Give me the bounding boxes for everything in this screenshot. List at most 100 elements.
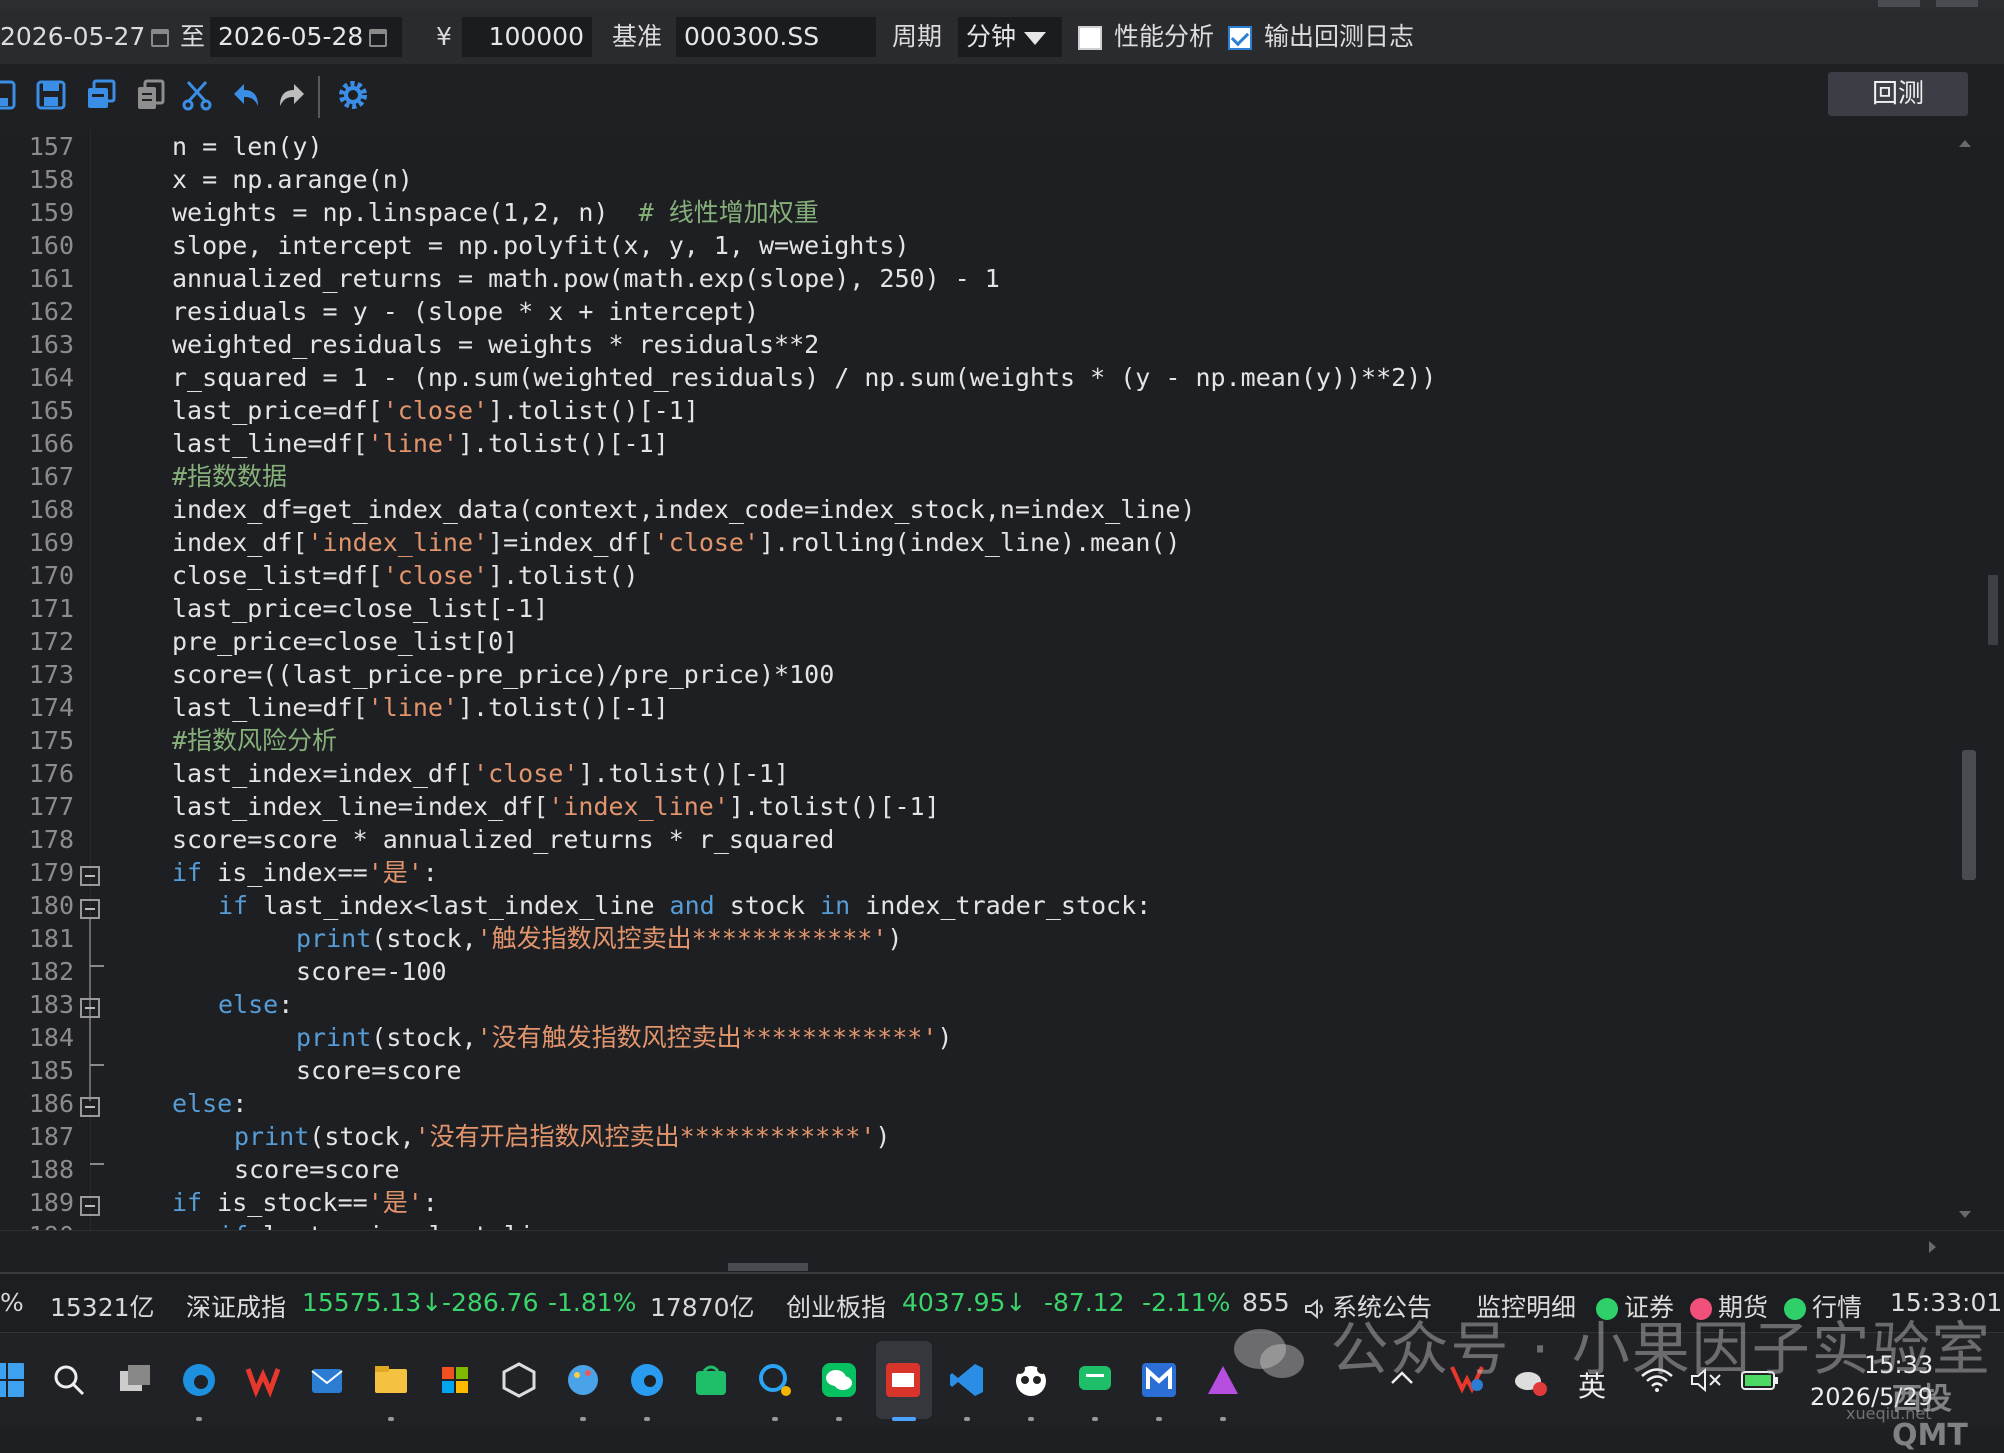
code-line: else: <box>218 988 293 1021</box>
sz-index-pct: -1.81% <box>548 1288 637 1317</box>
settings-icon[interactable] <box>336 78 370 112</box>
code-keyword: print <box>296 1023 372 1052</box>
scroll-down-icon[interactable] <box>1958 1210 1972 1220</box>
shopping-bag-icon[interactable] <box>692 1361 730 1399</box>
search-icon[interactable] <box>50 1361 88 1399</box>
code-text: ].tolist()[-1] <box>457 693 669 722</box>
code-string: 'line' <box>367 429 458 458</box>
file-explorer-icon[interactable] <box>372 1361 410 1399</box>
code-line: pre_price=close_list[0] <box>172 627 519 656</box>
redo-icon[interactable] <box>276 78 310 112</box>
output-log-checkbox[interactable] <box>1228 26 1252 50</box>
quant-terminal-icon[interactable] <box>884 1361 922 1399</box>
code-text: last_index=index_df[ <box>172 759 474 788</box>
cut-icon[interactable] <box>180 78 214 112</box>
paint-icon[interactable] <box>564 1361 602 1399</box>
code-text: last_price<last_line: <box>248 1221 579 1230</box>
code-text: close_list=df[ <box>172 561 383 590</box>
line-number: 176 <box>28 759 74 788</box>
task-view-icon[interactable] <box>116 1361 154 1399</box>
calendar-icon[interactable] <box>369 29 388 47</box>
code-string: 'index_line' <box>548 792 729 821</box>
scroll-right-icon[interactable] <box>1928 1240 1938 1254</box>
vscode-icon[interactable] <box>948 1361 986 1399</box>
code-editor[interactable]: 157 158 159 160 161 162 163 164 165 166 … <box>0 130 2004 1230</box>
code-text: ].tolist()[-1] <box>578 759 790 788</box>
panda-icon[interactable] <box>1012 1361 1050 1399</box>
save-all-icon[interactable] <box>34 78 68 112</box>
line-number: 190 <box>0 1219 74 1230</box>
code-line: if last_price<last_line: <box>218 1219 579 1230</box>
fold-toggle[interactable] <box>80 1097 100 1117</box>
code-string: '是' <box>367 1188 423 1217</box>
code-line: close_list=df['close'].tolist() <box>172 559 639 592</box>
perf-analysis-checkbox[interactable] <box>1078 26 1102 50</box>
window-control[interactable] <box>1936 0 1978 7</box>
line-number: 164 <box>28 363 74 392</box>
metro-app-icon[interactable] <box>1140 1361 1178 1399</box>
period-label: 周期 <box>892 22 943 51</box>
scroll-up-icon[interactable] <box>1958 138 1972 148</box>
vertical-scrollbar[interactable] <box>1956 130 1998 1230</box>
chat-app-icon[interactable] <box>1076 1361 1114 1399</box>
messenger-icon[interactable] <box>756 1361 794 1399</box>
editor-toolbar: 回测 <box>0 64 2004 130</box>
fold-toggle[interactable] <box>80 899 100 919</box>
scrollbar-thumb[interactable] <box>1962 750 1976 880</box>
cy-index-label: 创业板指 <box>786 1293 887 1322</box>
line-number: 188 <box>28 1155 74 1184</box>
end-date-value: 2026-05-28 <box>218 22 364 51</box>
fold-toggle[interactable] <box>80 1196 100 1216</box>
line-number: 181 <box>28 924 74 953</box>
store-icon[interactable] <box>436 1361 474 1399</box>
code-keyword: if <box>218 891 249 920</box>
line-number: 177 <box>28 792 74 821</box>
end-date-field[interactable]: 2026-05-28 <box>210 17 402 57</box>
line-number: 168 <box>28 495 74 524</box>
app-cube-icon[interactable] <box>500 1361 538 1399</box>
code-text: last_line=df[ <box>172 693 368 722</box>
running-indicator <box>836 1417 842 1421</box>
running-indicator <box>196 1417 202 1421</box>
code-line: weights = np.linspace(1,2, n) # 线性增加权重 <box>172 196 819 229</box>
copy-icon[interactable] <box>84 78 118 112</box>
edge-ai-icon[interactable] <box>628 1361 666 1399</box>
run-backtest-button[interactable]: 回测 <box>1828 72 1968 116</box>
code-line: score=score <box>234 1155 400 1184</box>
wps-office-icon[interactable] <box>244 1361 282 1399</box>
fold-toggle[interactable] <box>80 998 100 1018</box>
calendar-icon[interactable] <box>151 29 170 47</box>
edge-browser-icon[interactable] <box>180 1361 218 1399</box>
benchmark-input[interactable]: 000300.SS <box>676 17 876 57</box>
code-text: (stock, <box>371 1023 477 1052</box>
start-date-field[interactable]: 2026-05-27 <box>0 17 170 57</box>
running-indicator <box>644 1417 650 1421</box>
paste-icon[interactable] <box>134 78 168 112</box>
code-line: last_index_line=index_df['index_line'].t… <box>172 790 940 823</box>
running-indicator <box>772 1417 778 1421</box>
watermark-site: xueqiu.net <box>1846 1404 1932 1423</box>
save-icon[interactable] <box>0 78 18 112</box>
windows-start-icon[interactable] <box>0 1361 26 1399</box>
fold-end <box>90 1064 104 1066</box>
code-line: index_df=get_index_data(context,index_co… <box>172 495 1196 524</box>
side-panel-handle[interactable] <box>1988 575 1998 645</box>
sz-index-label: 深证成指 <box>186 1293 287 1322</box>
fold-toggle[interactable] <box>80 866 100 886</box>
code-text: : <box>422 858 438 887</box>
panel-resize-handle[interactable] <box>728 1263 808 1271</box>
code-text: index_df[ <box>172 528 308 557</box>
wechat-icon[interactable] <box>820 1361 858 1399</box>
capital-input[interactable]: 100000 <box>462 17 592 57</box>
mail-icon[interactable] <box>308 1361 346 1399</box>
code-line: score=score <box>296 1056 462 1085</box>
period-select[interactable]: 分钟 <box>958 17 1062 57</box>
line-number: 178 <box>28 825 74 854</box>
undo-icon[interactable] <box>228 78 262 112</box>
window-control[interactable] <box>1878 0 1920 7</box>
code-keyword: print <box>296 924 372 953</box>
line-number: 175 <box>28 726 74 755</box>
line-number: 173 <box>28 660 74 689</box>
horizontal-scrollbar[interactable] <box>0 1230 2004 1271</box>
line-number: 184 <box>28 1023 74 1052</box>
